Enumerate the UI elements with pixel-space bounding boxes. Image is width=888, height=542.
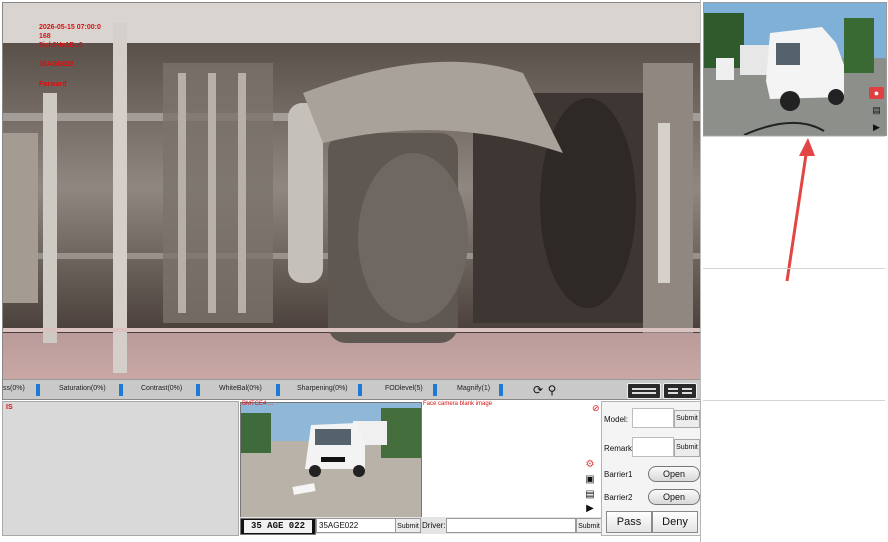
remark-input[interactable]	[632, 437, 674, 457]
slider-sharpening-label: Sharpening(0%)	[297, 385, 348, 392]
front-camera-image	[241, 403, 421, 517]
slider-saturation-label: Saturation(0%)	[59, 385, 106, 392]
video-camera-icon[interactable]: ▶	[869, 121, 884, 133]
single-view-button[interactable]	[627, 383, 661, 399]
record-info-panel: IS	[2, 401, 239, 536]
file-icon[interactable]: ▤	[583, 488, 597, 501]
slider-sharpening-handle[interactable]	[358, 384, 362, 396]
license-plate-crop: 35 AGE 022	[240, 518, 316, 535]
overlay-code: 5ick9Hv1Bu0	[39, 42, 83, 49]
capture-tools: ⚙ ▣ ▤ ▶	[581, 458, 601, 516]
slider-whitebal-handle[interactable]	[276, 384, 280, 396]
record-info-label: IS	[6, 404, 13, 411]
slider-brightness-label: ss(0%)	[3, 385, 25, 392]
overlay-line2: 168	[39, 33, 51, 40]
overlay-direction: Forward	[39, 81, 67, 88]
slider-brightness-handle[interactable]	[36, 384, 40, 396]
camera-alert-icon[interactable]: ●	[869, 87, 884, 99]
overlay-plate: 35AGE022	[39, 61, 74, 68]
slider-magnify-handle[interactable]	[499, 384, 503, 396]
driver-input[interactable]	[446, 518, 576, 533]
barrier2-open-button[interactable]: Open	[648, 489, 700, 505]
under-vehicle-scan-image	[3, 3, 700, 379]
control-panel: Model: Submit Remark: Submit Barrier1 Op…	[601, 401, 701, 536]
remark-label: Remark:	[604, 444, 635, 453]
overview-camera-feed[interactable]: ● ▤ ▶	[703, 2, 887, 136]
driver-submit-button[interactable]: Submit	[576, 518, 602, 533]
barrier1-label: Barrier1	[604, 470, 633, 479]
right-list-row	[703, 268, 885, 400]
driver-label: Driver:	[422, 521, 446, 530]
snapshot-file-icon[interactable]: ▤	[869, 104, 884, 116]
plate-submit-button[interactable]: Submit	[395, 518, 421, 533]
model-submit-button[interactable]: Submit	[674, 410, 700, 428]
under-vehicle-viewer[interactable]: 2026-05-15 07:00:0 168 5ick9Hv1Bu0 35AGE…	[2, 2, 701, 400]
slider-fodlevel-handle[interactable]	[433, 384, 437, 396]
barrier1-open-button[interactable]: Open	[648, 466, 700, 482]
front-camera-feed[interactable]	[240, 402, 422, 518]
plate-number-input[interactable]: 35AGE022	[316, 518, 399, 533]
slider-contrast-handle[interactable]	[196, 384, 200, 396]
front-camera-caption: BMTCE4 ...	[242, 401, 274, 407]
slider-whitebal-label: WhiteBal(0%)	[219, 385, 262, 392]
face-camera-status: Face camera blank image	[423, 401, 493, 407]
refresh-icon[interactable]: ⟳	[531, 383, 545, 397]
slider-fodlevel-label: FODlevel(5)	[385, 385, 423, 392]
picture-icon[interactable]: ▣	[583, 473, 597, 486]
right-panel: ● ▤ ▶	[700, 0, 888, 542]
overview-camera-image	[704, 3, 886, 135]
right-list-row	[703, 400, 885, 535]
barrier2-label: Barrier2	[604, 493, 633, 502]
settings-gear-icon[interactable]: ⚙	[583, 458, 597, 471]
license-plate-text: 35 AGE 022	[244, 520, 312, 533]
slider-contrast-label: Contrast(0%)	[141, 385, 183, 392]
model-input[interactable]	[632, 408, 674, 428]
deny-button[interactable]: Deny	[652, 511, 698, 533]
magnifier-icon[interactable]: ⚲	[545, 383, 559, 397]
pass-button[interactable]: Pass	[606, 511, 652, 533]
slider-saturation-handle[interactable]	[119, 384, 123, 396]
close-icon[interactable]: ⊘	[592, 403, 600, 414]
right-list-row	[703, 136, 885, 268]
remark-submit-button[interactable]: Submit	[674, 439, 700, 457]
video-camera-icon[interactable]: ▶	[583, 502, 597, 515]
slider-magnify-label: Magnify(1)	[457, 385, 491, 392]
overlay-datetime: 2026-05-15 07:00:0	[39, 24, 101, 31]
image-adjust-toolbar: ss(0%) Saturation(0%) Contrast(0%) White…	[3, 379, 700, 399]
model-label: Model:	[604, 415, 629, 424]
split-view-button[interactable]	[663, 383, 697, 399]
